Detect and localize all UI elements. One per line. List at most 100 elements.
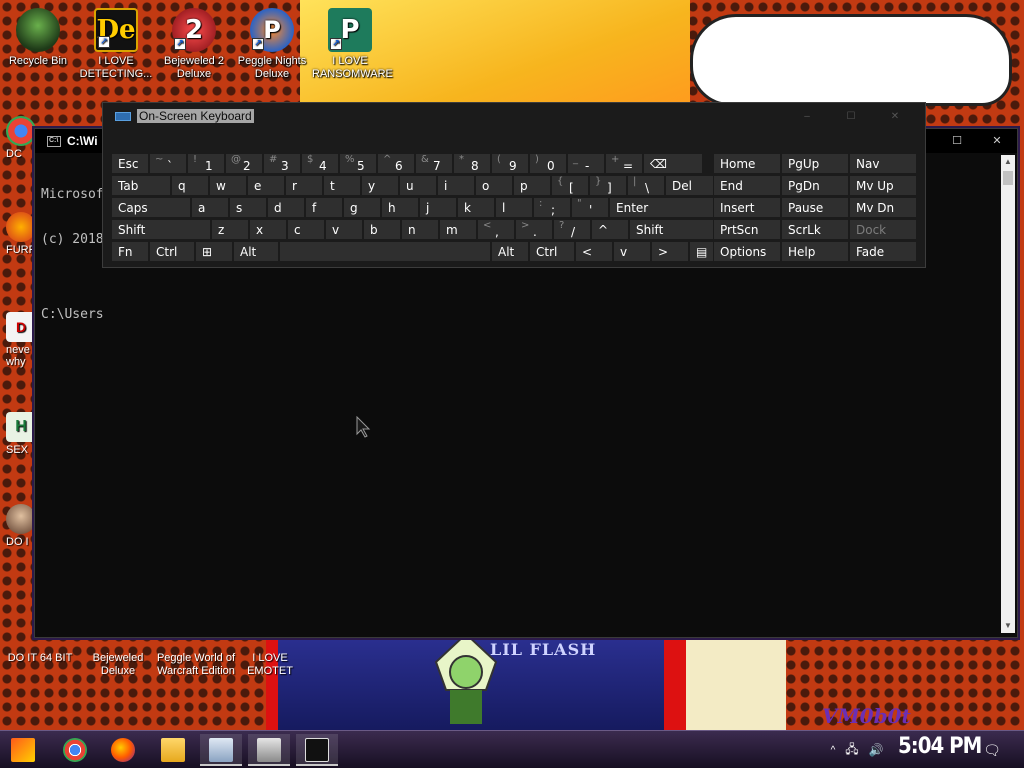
osk-key[interactable]: u	[399, 175, 437, 196]
osk-key[interactable]: #3	[263, 153, 301, 174]
osk-key[interactable]: }]	[589, 175, 627, 196]
osk-key[interactable]: t	[323, 175, 361, 196]
osk-key[interactable]: >.	[515, 219, 553, 240]
osk-key[interactable]: Shift	[111, 219, 211, 240]
osk-key[interactable]: d	[267, 197, 305, 218]
osk-nav-key[interactable]: PgDn	[781, 175, 849, 196]
desktop-icon-ransomware[interactable]: P ↗ I LOVE RANSOMWARE	[312, 8, 393, 81]
taskbar-file-explorer[interactable]	[152, 734, 194, 766]
osk-key[interactable]: Enter	[609, 197, 727, 218]
osk-key[interactable]: % 5	[339, 153, 377, 174]
chevron-up-icon[interactable]: ^	[826, 745, 840, 756]
action-center[interactable]: 🗨	[980, 731, 1004, 768]
console-maximize-button[interactable]: ☐	[937, 129, 977, 153]
console-scrollbar[interactable]: ▲ ▼	[1001, 155, 1015, 633]
osk-key[interactable]: o	[475, 175, 513, 196]
osk-key[interactable]: i	[437, 175, 475, 196]
osk-key[interactable]: _ -	[567, 153, 605, 174]
osk-maximize-button[interactable]: ☐	[829, 107, 873, 127]
osk-nav-key[interactable]: Insert	[713, 197, 781, 218]
desktop-icon-peggle-nights[interactable]: P ↗ Peggle Nights Deluxe	[234, 8, 310, 81]
osk-key[interactable]: r	[285, 175, 323, 196]
desktop-icon-detecting[interactable]: De ↗ I LOVE DETECTING...	[78, 8, 154, 81]
osk-nav-key[interactable]: Fade	[849, 241, 917, 262]
osk-key[interactable]: {[	[551, 175, 589, 196]
osk-key[interactable]: w	[209, 175, 247, 196]
osk-key[interactable]: f	[305, 197, 343, 218]
osk-nav-key[interactable]: End	[713, 175, 781, 196]
osk-key[interactable]: s	[229, 197, 267, 218]
osk-nav-key[interactable]: Pause	[781, 197, 849, 218]
osk-key[interactable]: Fn	[111, 241, 149, 262]
osk-key[interactable]: Alt	[491, 241, 529, 262]
on-screen-keyboard-window[interactable]: On-Screen Keyboard – ☐ ✕ Esc ~ `! 1 @2 #3 $4% 5…	[102, 102, 926, 268]
osk-key[interactable]: p	[513, 175, 551, 196]
osk-key[interactable]: ? /	[553, 219, 591, 240]
volume-icon[interactable]: 🔊	[864, 743, 888, 757]
osk-nav-key[interactable]: PrtScn	[713, 219, 781, 240]
osk-key[interactable]: h	[381, 197, 419, 218]
osk-key[interactable]: l	[495, 197, 533, 218]
taskbar-console[interactable]	[296, 734, 338, 766]
osk-key[interactable]: m	[439, 219, 477, 240]
osk-key[interactable]: Esc	[111, 153, 149, 174]
osk-key[interactable]: j	[419, 197, 457, 218]
osk-key[interactable]: e	[247, 175, 285, 196]
osk-nav-key[interactable]: Dock	[849, 219, 917, 240]
osk-key[interactable]: :;	[533, 197, 571, 218]
osk-nav-key[interactable]: Options	[713, 241, 781, 262]
osk-key[interactable]: ~ `	[149, 153, 187, 174]
start-button[interactable]	[2, 734, 44, 766]
osk-key[interactable]: c	[287, 219, 325, 240]
osk-nav-key[interactable]: Nav	[849, 153, 917, 174]
console-close-button[interactable]: ✕	[977, 129, 1017, 153]
osk-key[interactable]: ^	[591, 219, 629, 240]
scroll-up-icon[interactable]: ▲	[1001, 155, 1015, 169]
desktop-icon-emotet[interactable]: I LOVE EMOTET	[230, 652, 310, 678]
osk-key[interactable]: | \	[627, 175, 665, 196]
osk-key[interactable]: " '	[571, 197, 609, 218]
desktop-icon-bejeweled-2[interactable]: 2 ↗ Bejeweled 2 Deluxe	[156, 8, 232, 81]
osk-key[interactable]: ⌫	[643, 153, 703, 174]
osk-key[interactable]: b	[363, 219, 401, 240]
osk-key[interactable]: ⊞	[195, 241, 233, 262]
osk-key[interactable]: @2	[225, 153, 263, 174]
osk-key[interactable]: Caps	[111, 197, 191, 218]
osk-nav-key[interactable]: ScrLk	[781, 219, 849, 240]
osk-key[interactable]: & 7	[415, 153, 453, 174]
osk-key[interactable]	[279, 241, 491, 262]
desktop-icon-peggle-wow[interactable]: Peggle World of Warcraft Edition	[156, 652, 236, 678]
osk-key[interactable]: n	[401, 219, 439, 240]
taskbar-keyboard[interactable]	[248, 734, 290, 766]
taskbar-firefox[interactable]	[102, 734, 144, 766]
osk-key[interactable]: a	[191, 197, 229, 218]
osk-key[interactable]: ) 0	[529, 153, 567, 174]
osk-key[interactable]: Alt	[233, 241, 279, 262]
osk-key[interactable]: y	[361, 175, 399, 196]
osk-key[interactable]: Shift	[629, 219, 721, 240]
osk-key[interactable]: Ctrl	[149, 241, 195, 262]
osk-key[interactable]: q	[171, 175, 209, 196]
taskbar-image-viewer[interactable]	[200, 734, 242, 766]
osk-key[interactable]: Ctrl	[529, 241, 575, 262]
osk-key[interactable]: >	[651, 241, 689, 262]
osk-key[interactable]: ! 1	[187, 153, 225, 174]
osk-key[interactable]: + =	[605, 153, 643, 174]
taskbar-chrome[interactable]	[54, 734, 96, 766]
osk-key[interactable]: v	[613, 241, 651, 262]
osk-key[interactable]: x	[249, 219, 287, 240]
osk-nav-key[interactable]: Help	[781, 241, 849, 262]
osk-key[interactable]: v	[325, 219, 363, 240]
desktop-icon-recycle-bin[interactable]: Recycle Bin	[0, 8, 76, 68]
osk-key[interactable]: (9	[491, 153, 529, 174]
desktop-icon-bejeweled-deluxe[interactable]: Bejeweled Deluxe	[78, 652, 158, 678]
osk-close-button[interactable]: ✕	[873, 107, 917, 127]
osk-key[interactable]: g	[343, 197, 381, 218]
osk-minimize-button[interactable]: –	[785, 107, 829, 127]
action-center-icon[interactable]: 🗨	[980, 742, 1004, 759]
osk-key[interactable]: ^ 6	[377, 153, 415, 174]
osk-titlebar[interactable]: On-Screen Keyboard – ☐ ✕	[103, 103, 925, 129]
osk-nav-key[interactable]: Mv Dn	[849, 197, 917, 218]
osk-nav-key[interactable]: Mv Up	[849, 175, 917, 196]
osk-key[interactable]: * 8	[453, 153, 491, 174]
